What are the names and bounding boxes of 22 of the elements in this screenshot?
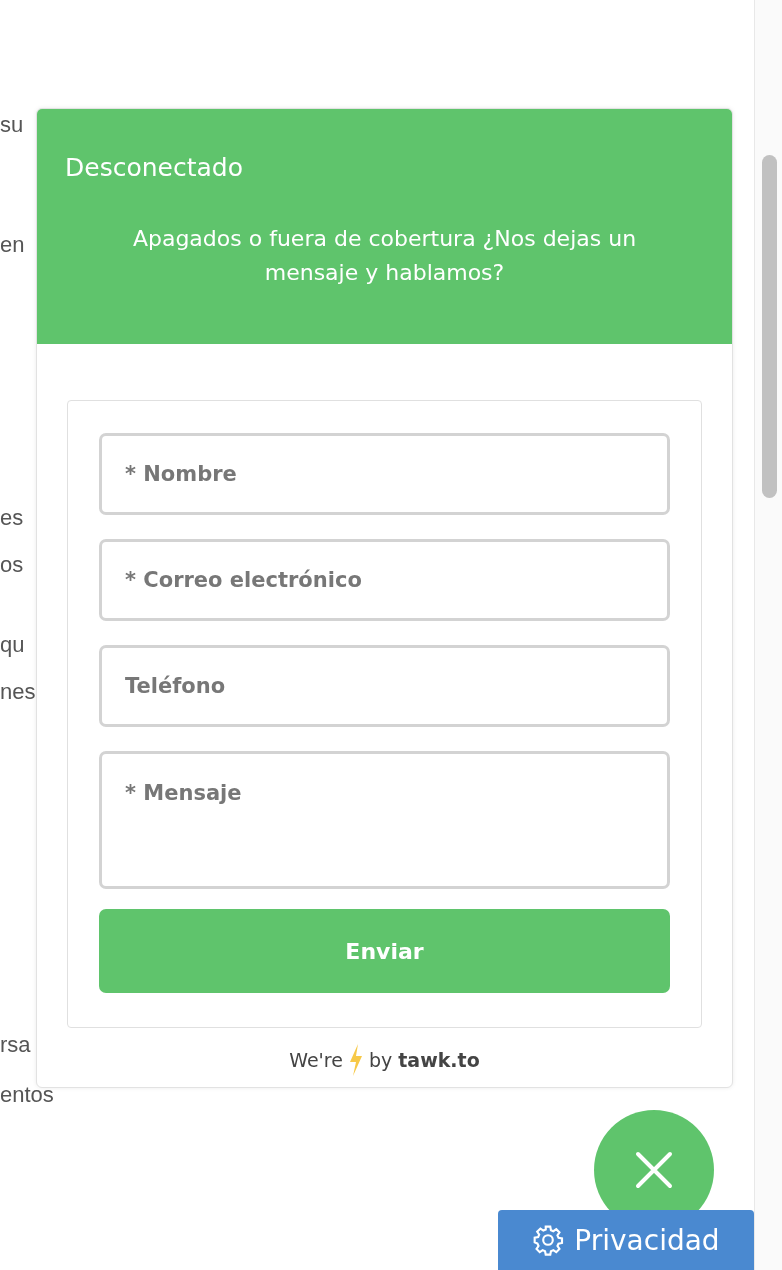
- page-text-fragment: rsa: [0, 1031, 31, 1059]
- message-field[interactable]: * Mensaje: [99, 751, 670, 889]
- page-text-fragment: qu: [0, 631, 25, 659]
- page-text-fragment: nes: [0, 678, 36, 706]
- page-text-fragment: entos: [0, 1081, 54, 1109]
- input-field[interactable]: * Nombre: [99, 433, 670, 515]
- scrollbar-thumb[interactable]: [762, 155, 777, 498]
- privacy-button[interactable]: Privacidad: [498, 1210, 754, 1270]
- settings-icon: [532, 1224, 565, 1256]
- offline-message: Apagados o fuera de cobertura ¿Nos dejas un mensaje y hablamos?: [131, 225, 638, 287]
- close-icon: [634, 1150, 674, 1190]
- status-title: Desconectado: [65, 153, 243, 182]
- input-field[interactable]: Teléfono: [99, 645, 670, 727]
- page-text-fragment: su: [0, 111, 24, 139]
- lightning-icon: [348, 1044, 363, 1076]
- submit-button[interactable]: Enviar: [99, 909, 670, 993]
- page-text-fragment: es: [0, 504, 24, 532]
- input-field[interactable]: * Correo electrónico: [99, 539, 670, 621]
- page-text-fragment: os: [0, 551, 24, 579]
- page-text-fragment: en: [0, 231, 25, 259]
- footer-text: We're: [289, 1049, 343, 1071]
- footer-text: by tawk.to: [368, 1049, 480, 1071]
